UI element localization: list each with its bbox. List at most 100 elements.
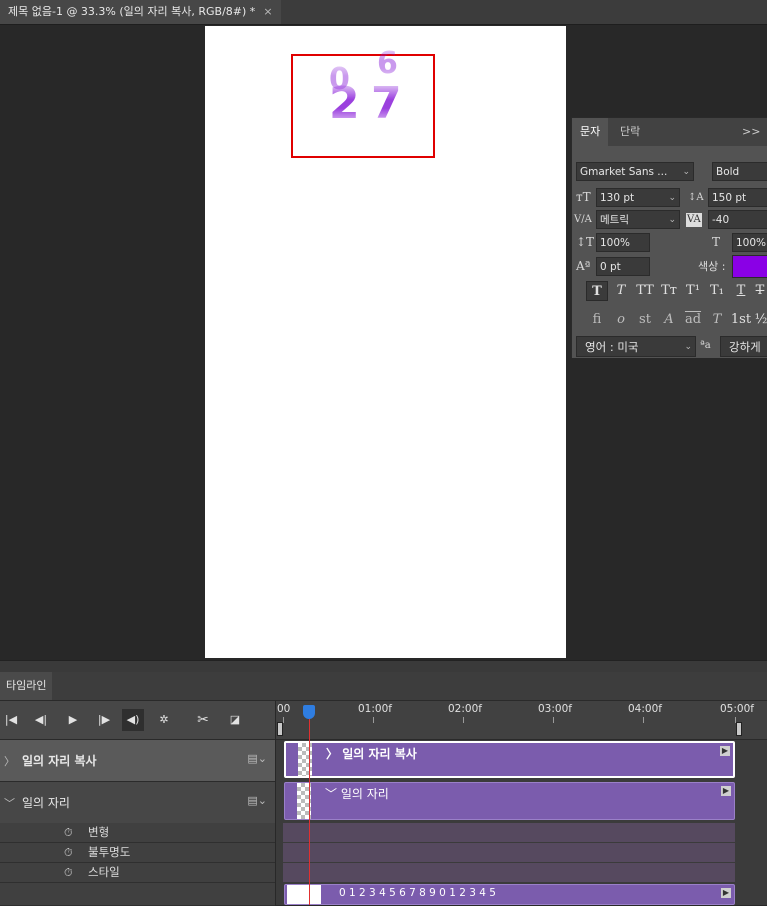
property-row-transform[interactable]: ⏱ 변형	[0, 823, 275, 843]
next-frame-icon[interactable]: |▶	[93, 709, 115, 731]
fractions-button[interactable]: ½	[754, 310, 767, 330]
settings-gear-icon[interactable]: ✲	[153, 709, 175, 731]
faux-bold-button[interactable]: T	[586, 281, 608, 301]
ruler-label-0: 00	[277, 703, 291, 715]
ligatures-button[interactable]: fi	[586, 310, 608, 330]
clip-label: ﹀ 일의 자리	[325, 787, 389, 801]
ruler-tick	[283, 717, 284, 723]
chevron-down-icon: ⌄	[668, 193, 676, 203]
subscript-button[interactable]: T₁	[706, 281, 728, 301]
ordinals-button[interactable]: 1st	[730, 310, 752, 330]
tracking-field[interactable]: -40	[708, 210, 767, 229]
font-size-value: 130 pt	[600, 192, 635, 204]
horizontal-scale-icon: T	[712, 235, 721, 249]
language-select[interactable]: 영어 : 미국 ⌄	[576, 336, 696, 357]
faux-italic-button[interactable]: T	[610, 281, 632, 301]
vertical-scale-field[interactable]: 100%	[596, 233, 650, 252]
clip-digits[interactable]: 0 1 2 3 4 5 6 7 8 9 0 1 2 3 4 5 ▶	[284, 884, 735, 905]
titling-alternates-button[interactable]: T	[706, 310, 728, 330]
timeline-ruler[interactable]: 00 01:00f 02:00f 03:00f 04:00f 05:00f	[276, 701, 767, 740]
discretionary-ligatures-button[interactable]: st	[634, 310, 656, 330]
tracking-icon: VA	[686, 213, 702, 227]
work-area-end-handle[interactable]	[736, 722, 742, 736]
transition-icon[interactable]: ◪	[224, 709, 246, 731]
leading-field[interactable]: 150 pt	[708, 188, 767, 207]
layer-row-copy[interactable]: 〉 일의 자리 복사 ▤⌄	[0, 740, 275, 782]
property-row-opacity[interactable]: ⏱ 불투명도	[0, 843, 275, 863]
close-icon[interactable]: ×	[263, 5, 272, 18]
antialias-select[interactable]: 강하게	[720, 336, 767, 357]
clip-end-arrow-icon[interactable]: ▶	[720, 746, 730, 756]
clip-copy[interactable]: 〉 일의 자리 복사 ▶	[284, 741, 735, 778]
contextual-alternates-button[interactable]: o	[610, 310, 632, 330]
property-track-opacity[interactable]	[283, 843, 735, 862]
stopwatch-icon[interactable]: ⏱	[64, 843, 73, 862]
clip-thumbnail	[287, 885, 321, 904]
baseline-shift-value: 0 pt	[600, 261, 621, 273]
text-selection-box[interactable]: 0 6 2 7	[291, 46, 435, 158]
clip-end-arrow-icon[interactable]: ▶	[721, 888, 731, 898]
collapse-icon[interactable]: >>	[742, 118, 760, 146]
clip-end-arrow-icon[interactable]: ▶	[721, 786, 731, 796]
scissors-icon[interactable]: ✂	[192, 709, 214, 731]
property-name: 불투명도	[88, 845, 131, 859]
tab-timeline[interactable]: 타임라인	[0, 672, 53, 700]
chevron-down-icon[interactable]: ﹀	[4, 795, 15, 811]
ruler-tick	[373, 717, 374, 723]
first-frame-icon[interactable]: |◀	[0, 709, 22, 731]
kerning-select[interactable]: 메트릭 ⌄	[596, 210, 680, 229]
play-icon[interactable]: ▶	[62, 709, 84, 731]
ruler-tick	[463, 717, 464, 723]
timeline-controls: |◀ ◀| ▶ |▶ ◀) ✲ ✂ ◪	[0, 701, 275, 740]
small-caps-button[interactable]: Tт	[658, 281, 680, 301]
swash-button[interactable]: A	[658, 310, 680, 330]
tab-character[interactable]: 문자	[572, 118, 609, 146]
ruler-tick	[553, 717, 554, 723]
clip-label-text: 일의 자리	[340, 787, 389, 801]
chevron-down-icon: ⌄	[684, 342, 692, 352]
digit-ones: 7	[371, 78, 402, 129]
superscript-button[interactable]: T¹	[682, 281, 704, 301]
strikethrough-button[interactable]: T	[752, 281, 767, 301]
clip-ones[interactable]: ﹀ 일의 자리 ▶	[284, 782, 735, 820]
tab-paragraph[interactable]: 단락	[612, 118, 648, 146]
clip-label-text: 일의 자리 복사	[342, 747, 417, 761]
character-panel: 문자 단락 >> Gmarket Sans ... ⌄ Bold ᴛT 130 p…	[571, 117, 767, 358]
document-tab[interactable]: 제목 없음-1 @ 33.3% (일의 자리 복사, RGB/8#) * ×	[0, 0, 281, 24]
kerning-icon: V/A	[574, 214, 592, 225]
clip-label: 〉 일의 자리 복사	[326, 747, 417, 761]
font-size-field[interactable]: 130 pt ⌄	[596, 188, 680, 207]
leading-icon: ↕A	[688, 192, 704, 203]
audio-icon[interactable]: ◀)	[122, 709, 144, 731]
stopwatch-icon[interactable]: ⏱	[64, 823, 73, 842]
chevron-right-icon[interactable]: 〉	[4, 753, 15, 769]
leading-value: 150 pt	[712, 192, 747, 204]
stylistic-alternates-button[interactable]: ad	[682, 310, 704, 330]
all-caps-button[interactable]: TT	[634, 281, 656, 301]
baseline-shift-icon: Aª	[576, 259, 591, 273]
ruler-label-1: 01:00f	[358, 703, 392, 715]
antialias-icon: ªa	[700, 340, 711, 351]
property-row-style[interactable]: ⏱ 스타일	[0, 863, 275, 883]
font-style-select[interactable]: Bold	[712, 162, 767, 181]
horizontal-scale-field[interactable]: 100%	[732, 233, 767, 252]
baseline-shift-field[interactable]: 0 pt	[596, 257, 650, 276]
playhead-handle[interactable]	[303, 705, 315, 719]
layer-row-partial	[0, 883, 275, 906]
ruler-label-5: 05:00f	[720, 703, 754, 715]
property-track-transform[interactable]	[283, 823, 735, 842]
tracking-value: -40	[712, 214, 730, 226]
layer-name: 일의 자리 복사	[22, 754, 97, 768]
stopwatch-icon[interactable]: ⏱	[64, 863, 73, 882]
film-strip-icon[interactable]: ▤⌄	[247, 794, 267, 807]
film-strip-icon[interactable]: ▤⌄	[247, 752, 267, 765]
chevron-down-icon: ⌄	[668, 215, 676, 225]
font-family-select[interactable]: Gmarket Sans ... ⌄	[576, 162, 694, 181]
color-swatch[interactable]	[732, 255, 767, 278]
work-area-start-handle[interactable]	[277, 722, 283, 736]
ruler-label-4: 04:00f	[628, 703, 662, 715]
prev-frame-icon[interactable]: ◀|	[30, 709, 52, 731]
property-track-style[interactable]	[283, 863, 735, 882]
layer-row-ones[interactable]: ﹀ 일의 자리 ▤⌄	[0, 782, 275, 824]
underline-button[interactable]: T	[730, 281, 752, 301]
